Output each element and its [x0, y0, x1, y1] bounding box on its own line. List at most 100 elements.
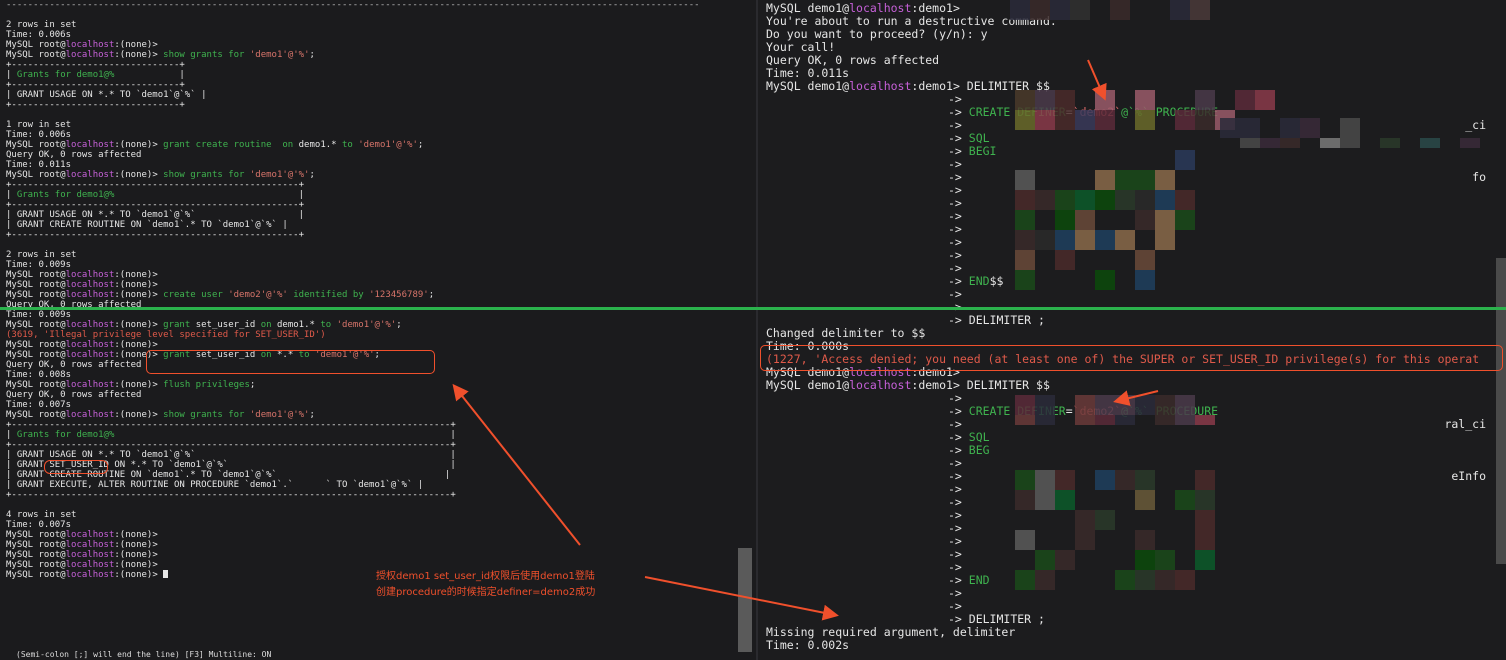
line-segment: +---------------------------------------…: [6, 200, 305, 210]
line-segment: :(none)>: [114, 570, 164, 580]
left-terminal-line: Time: 0.009s: [6, 260, 71, 270]
line-segment: END: [968, 274, 990, 288]
line-segment: 'demo1'@'%': [358, 140, 418, 150]
mosaic-pixel: [1075, 210, 1095, 230]
highlight-grant-command-box: [146, 350, 435, 374]
mosaic-pixel: [1035, 570, 1055, 590]
mosaic-pixel: [1015, 490, 1035, 510]
line-segment: MySQL root@: [6, 170, 66, 180]
line-segment: Time: 0.011s: [766, 66, 850, 80]
line-segment: ->: [948, 573, 969, 587]
line-segment: |: [6, 190, 17, 200]
line-segment: ->: [948, 469, 962, 483]
left-terminal-line: | GRANT USAGE ON *.* TO `demo1`@`%` |: [6, 90, 206, 100]
mosaic-pixel: [1035, 110, 1055, 130]
line-segment: MySQL root@: [6, 270, 66, 280]
left-terminal-line: MySQL root@localhost:(none)>: [6, 570, 169, 580]
right-scrollbar[interactable]: [1496, 258, 1506, 564]
left-terminal-line: +---------------------------------------…: [6, 420, 456, 430]
mosaic-pixel: [1300, 118, 1320, 138]
left-terminal-line: MySQL root@localhost:(none)> show grants…: [6, 50, 315, 60]
left-terminal-line: Query OK, 0 rows affected: [6, 360, 141, 370]
mosaic-pixel: [1115, 190, 1135, 210]
line-segment: :(none)>: [114, 40, 158, 50]
line-segment: 'demo1'@'%': [336, 320, 397, 330]
mosaic-pixel: [1015, 470, 1035, 490]
line-segment: BEGI: [968, 144, 997, 158]
left-terminal-line: 2 rows in set: [6, 250, 76, 260]
left-terminal-line: Query OK, 0 rows affected: [6, 150, 141, 160]
line-segment: DELIMITER ;: [968, 313, 1045, 327]
line-segment: Your call!: [766, 40, 836, 54]
mosaic-pixel: [1095, 270, 1115, 290]
mosaic-pixel: [1175, 395, 1195, 415]
line-segment: | GRANT CREATE ROUTINE ON `demo1`.* TO `…: [6, 220, 288, 230]
line-segment: MySQL root@: [6, 380, 66, 390]
highlight-access-denied-box: [760, 345, 1503, 371]
line-segment: :demo1>: [911, 1, 960, 15]
line-segment: Query OK, 0 rows affected: [766, 53, 940, 67]
line-segment: |: [114, 70, 185, 80]
line-segment: MySQL root@: [6, 320, 66, 330]
line-segment: +---------------------------------------…: [6, 420, 456, 430]
right-terminal-line: MySQL demo1@localhost:demo1> DELIMITER $…: [766, 80, 1050, 93]
right-terminal-pane[interactable]: MySQL demo1@localhost:demo1> You're about…: [758, 0, 1506, 660]
line-segment: localhost: [849, 1, 912, 15]
left-terminal-line: MySQL root@localhost:(none)> grant set_u…: [6, 320, 402, 330]
left-terminal-line: +---------------------------------------…: [6, 180, 304, 190]
line-segment: :demo1>: [911, 378, 967, 392]
line-segment: 1 row in set: [6, 120, 72, 130]
line-segment: 'demo2'@'%': [228, 290, 288, 300]
mosaic-pixel: [1075, 190, 1095, 210]
mosaic-pixel: [1055, 550, 1075, 570]
line-segment: :(none)>: [114, 530, 158, 540]
line-segment: DELIMITER ;: [968, 612, 1045, 626]
line-segment: localhost: [65, 40, 115, 50]
mosaic-pixel: [1035, 415, 1055, 425]
line-segment: +---------------------------------------…: [6, 440, 456, 450]
mosaic-pixel: [1055, 210, 1075, 230]
line-segment: Query OK, 0 rows affected: [6, 390, 142, 400]
line-segment: MySQL root@: [6, 280, 66, 290]
right-line-tail: eInfo: [1451, 469, 1486, 483]
highlight-set-user-id-box: [44, 460, 108, 474]
line-segment: =: [1065, 404, 1073, 418]
mosaic-pixel: [1340, 118, 1360, 138]
left-terminal-line: (3619, 'Illegal privilege level specifie…: [6, 330, 326, 340]
mosaic-pixel: [1135, 250, 1155, 270]
mosaic-pixel: [1195, 470, 1215, 490]
top-dashes: ----------------------------------------…: [6, 0, 700, 10]
line-segment: ->: [948, 196, 962, 210]
left-terminal-line: MySQL root@localhost:(none)>: [6, 530, 158, 540]
line-segment: ->: [948, 521, 962, 535]
line-segment: :(none)>: [114, 560, 158, 570]
mosaic-pixel: [1015, 90, 1035, 110]
line-segment: ;: [309, 170, 315, 180]
line-segment: :(none)>: [114, 340, 158, 350]
line-segment: localhost: [849, 79, 912, 93]
line-segment: SQL: [968, 430, 990, 444]
mosaic-pixel: [1015, 170, 1035, 190]
mosaic-pixel: [1260, 138, 1280, 148]
mosaic-pixel: [1135, 470, 1155, 490]
mosaic-pixel: [1190, 0, 1210, 20]
line-segment: create user: [163, 290, 229, 300]
mosaic-pixel: [1095, 190, 1115, 210]
line-segment: ->: [948, 118, 962, 132]
left-scrollbar[interactable]: [738, 548, 752, 652]
left-terminal-line: MySQL root@localhost:(none)>: [6, 550, 158, 560]
mosaic-pixel: [1195, 415, 1215, 425]
line-segment: :demo1>: [911, 79, 967, 93]
mosaic-pixel: [1220, 118, 1240, 138]
mosaic-pixel: [1195, 530, 1215, 550]
line-segment: :(none)>: [114, 280, 158, 290]
mosaic-pixel: [1010, 0, 1030, 20]
line-segment: 2 rows in set: [6, 20, 77, 30]
line-segment: MySQL root@: [6, 550, 66, 560]
line-segment: localhost: [65, 560, 115, 570]
left-terminal-pane[interactable]: ----------------------------------------…: [0, 0, 756, 660]
line-segment: localhost: [65, 350, 115, 360]
left-terminal-line: +-------------------------------+: [6, 100, 185, 110]
line-segment: ->: [948, 261, 962, 275]
line-segment: Time: 0.007s: [6, 400, 72, 410]
